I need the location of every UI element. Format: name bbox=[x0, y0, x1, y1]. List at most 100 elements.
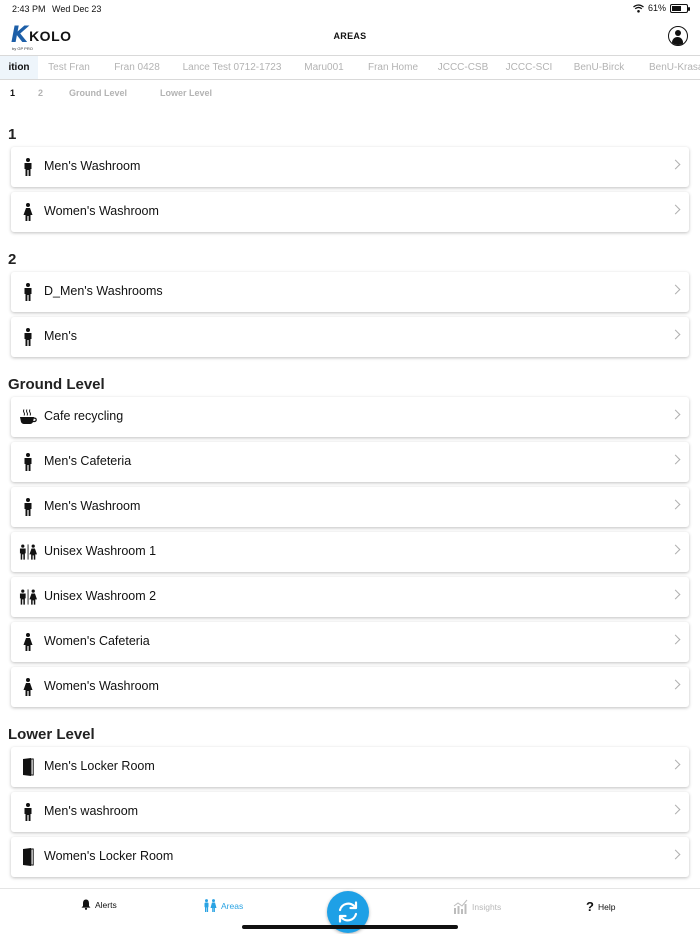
location-tabs: ition Test Fran Fran 0428 Lance Test 071… bbox=[0, 55, 700, 80]
area-label: Men's Washroom bbox=[44, 499, 141, 513]
area-row[interactable]: D_Men's Washrooms bbox=[11, 272, 689, 312]
chevron-right-icon bbox=[670, 634, 681, 645]
area-row[interactable]: Men's Locker Room bbox=[11, 747, 689, 787]
question-icon: ? bbox=[586, 899, 594, 914]
tab-insights-label: Insights bbox=[472, 901, 502, 912]
location-tab[interactable]: BenU-Krasa bbox=[638, 56, 700, 79]
area-label: Unisex Washroom 1 bbox=[44, 544, 157, 558]
tab-help[interactable]: ? Help bbox=[586, 899, 615, 914]
floor-tabs: 1 2 Ground Level Lower Level bbox=[0, 88, 700, 106]
area-row[interactable]: Unisex Washroom 2 bbox=[11, 577, 689, 617]
woman-icon bbox=[19, 678, 37, 696]
location-tab[interactable]: Lance Test 0712-1723 bbox=[174, 56, 290, 79]
tab-areas[interactable]: Areas bbox=[203, 899, 243, 912]
location-tab[interactable]: JCCC-SCI bbox=[498, 56, 560, 79]
area-label: Women's Cafeteria bbox=[44, 634, 150, 648]
people-icon bbox=[204, 899, 217, 912]
bell-icon bbox=[81, 899, 91, 910]
chevron-right-icon bbox=[670, 284, 681, 295]
chevron-right-icon bbox=[670, 544, 681, 555]
chart-icon bbox=[453, 899, 468, 914]
floor-tab[interactable]: 2 bbox=[38, 88, 43, 98]
area-row[interactable]: Women's Locker Room bbox=[11, 837, 689, 877]
unisex-icon bbox=[19, 588, 37, 606]
status-time: 2:43 PM bbox=[12, 4, 46, 14]
door-icon bbox=[19, 848, 37, 866]
chevron-right-icon bbox=[670, 804, 681, 815]
profile-button[interactable] bbox=[668, 26, 688, 46]
chevron-right-icon bbox=[670, 849, 681, 860]
unisex-icon bbox=[19, 543, 37, 561]
area-row[interactable]: Women's Washroom bbox=[11, 667, 689, 707]
page-title: AREAS bbox=[333, 31, 367, 41]
door-icon bbox=[19, 758, 37, 776]
chevron-right-icon bbox=[670, 589, 681, 600]
area-row[interactable]: Cafe recycling bbox=[11, 397, 689, 437]
chevron-right-icon bbox=[670, 759, 681, 770]
battery-percent: 61% bbox=[647, 3, 666, 13]
man-icon bbox=[19, 283, 37, 301]
area-row[interactable]: Women's Washroom bbox=[11, 192, 689, 232]
area-label: Men's Cafeteria bbox=[44, 454, 132, 468]
logo-subtext: by GP PRO bbox=[12, 46, 33, 51]
chevron-right-icon bbox=[670, 159, 681, 170]
location-tab[interactable]: Fran Home bbox=[358, 56, 428, 79]
sync-icon bbox=[338, 901, 358, 923]
area-row[interactable]: Men's washroom bbox=[11, 792, 689, 832]
tab-help-label: Help bbox=[597, 901, 616, 912]
section-title: Ground Level bbox=[8, 376, 105, 393]
area-label: Men's Washroom bbox=[44, 159, 141, 173]
area-label: D_Men's Washrooms bbox=[44, 284, 163, 298]
location-tab[interactable]: Maru001 bbox=[290, 56, 358, 79]
floor-tab[interactable]: 1 bbox=[10, 88, 15, 98]
app-header: K KOLO by GP PRO AREAS bbox=[0, 18, 700, 55]
section-title: 1 bbox=[8, 126, 17, 143]
location-tab[interactable]: JCCC-CSB bbox=[428, 56, 498, 79]
area-row[interactable]: Men's Cafeteria bbox=[11, 442, 689, 482]
chevron-right-icon bbox=[670, 204, 681, 215]
tab-areas-label: Areas bbox=[221, 900, 244, 911]
status-indicators: 61% bbox=[633, 3, 690, 13]
area-label: Men's bbox=[44, 329, 77, 343]
battery-icon bbox=[670, 3, 690, 13]
coffee-cup-icon bbox=[19, 408, 37, 426]
status-date: Wed Dec 23 bbox=[52, 4, 102, 14]
area-row[interactable]: Unisex Washroom 1 bbox=[11, 532, 689, 572]
area-label: Women's Washroom bbox=[44, 204, 159, 218]
status-bar: 2:43 PM Wed Dec 23 61% bbox=[0, 0, 700, 18]
floor-tab[interactable]: Ground Level bbox=[69, 88, 127, 98]
tab-alerts-label: Alerts bbox=[95, 899, 117, 910]
man-icon bbox=[19, 453, 37, 471]
area-row[interactable]: Women's Cafeteria bbox=[11, 622, 689, 662]
area-label: Men's Locker Room bbox=[44, 759, 155, 773]
area-label: Men's washroom bbox=[44, 804, 139, 818]
area-row[interactable]: Men's bbox=[11, 317, 689, 357]
chevron-right-icon bbox=[670, 679, 681, 690]
man-icon bbox=[19, 158, 37, 176]
chevron-right-icon bbox=[670, 409, 681, 420]
area-label: Women's Locker Room bbox=[44, 849, 174, 863]
section-title: Lower Level bbox=[8, 726, 95, 743]
woman-icon bbox=[19, 203, 37, 221]
location-tab[interactable]: Fran 0428 bbox=[100, 56, 174, 79]
tab-alerts[interactable]: Alerts bbox=[81, 899, 117, 910]
location-tab[interactable]: BenU-Birck bbox=[560, 56, 638, 79]
man-icon bbox=[19, 328, 37, 346]
chevron-right-icon bbox=[670, 454, 681, 465]
location-tab[interactable]: Test Fran bbox=[38, 56, 100, 79]
man-icon bbox=[19, 498, 37, 516]
areas-list[interactable]: 1 Men's Washroom Women's Washroom 2 D_Men's … bbox=[0, 118, 700, 888]
chevron-right-icon bbox=[670, 499, 681, 510]
tab-insights[interactable]: Insights bbox=[453, 899, 501, 914]
woman-icon bbox=[19, 633, 37, 651]
floor-tab[interactable]: Lower Level bbox=[160, 88, 212, 98]
area-label: Women's Washroom bbox=[44, 679, 159, 693]
wifi-icon bbox=[633, 3, 644, 13]
section-title: 2 bbox=[8, 251, 17, 268]
area-row[interactable]: Men's Washroom bbox=[11, 487, 689, 527]
location-tab[interactable]: ition bbox=[0, 56, 38, 79]
area-label: Unisex Washroom 2 bbox=[44, 589, 157, 603]
area-row[interactable]: Men's Washroom bbox=[11, 147, 689, 187]
chevron-right-icon bbox=[670, 329, 681, 340]
home-indicator bbox=[242, 925, 458, 929]
